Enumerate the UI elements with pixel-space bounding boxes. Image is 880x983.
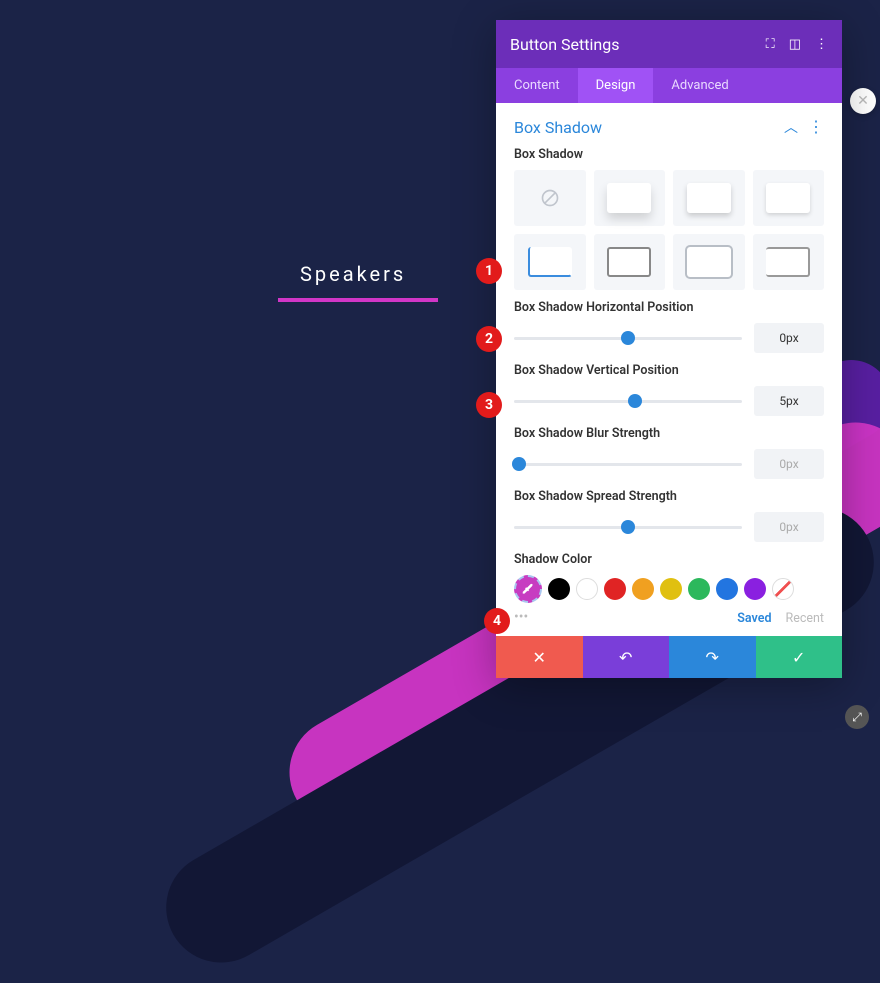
label-horizontal: Box Shadow Horizontal Position — [514, 300, 824, 315]
panel-body: Box Shadow ︿ ⋮ Box Shadow Box Shadow Hor… — [496, 103, 842, 636]
expand-icon[interactable]: ⛶ — [766, 37, 775, 52]
swatch-blue[interactable] — [716, 578, 738, 600]
panel-header: Button Settings ⛶ ◫ ⋮ — [496, 20, 842, 68]
chevron-up-icon[interactable]: ︿ — [784, 117, 798, 137]
preset-3[interactable] — [673, 170, 745, 226]
swatch-green[interactable] — [688, 578, 710, 600]
section-box-shadow[interactable]: Box Shadow — [514, 118, 602, 137]
close-panel-icon[interactable]: ✕ — [850, 88, 876, 114]
slider-blur[interactable] — [514, 454, 742, 474]
cancel-button[interactable]: ✕ — [496, 636, 583, 678]
panel-footer: ✕ ↶ ↷ ✓ — [496, 636, 842, 678]
preset-2[interactable] — [594, 170, 666, 226]
tab-design[interactable]: Design — [578, 68, 654, 103]
columns-icon[interactable]: ◫ — [789, 37, 801, 52]
speakers-underline — [278, 298, 438, 302]
preset-5[interactable] — [514, 234, 586, 290]
label-presets: Box Shadow — [514, 147, 824, 162]
tab-advanced[interactable]: Advanced — [653, 68, 746, 103]
swatch-none[interactable] — [772, 578, 794, 600]
swatch-white[interactable] — [576, 578, 598, 600]
color-tab-recent[interactable]: Recent — [786, 611, 825, 626]
undo-button[interactable]: ↶ — [583, 636, 670, 678]
color-swatch-row — [514, 575, 824, 603]
kebab-icon[interactable]: ⋮ — [815, 37, 828, 52]
label-vertical: Box Shadow Vertical Position — [514, 363, 824, 378]
kebab-icon[interactable]: ⋮ — [808, 119, 824, 135]
value-spread[interactable]: 0px — [754, 512, 824, 542]
preset-4[interactable] — [753, 170, 825, 226]
value-vertical[interactable]: 5px — [754, 386, 824, 416]
swatch-red[interactable] — [604, 578, 626, 600]
shadow-preset-grid — [514, 170, 824, 290]
annotation-marker-4: 4 — [484, 608, 510, 634]
panel-title: Button Settings — [510, 35, 619, 54]
tab-content[interactable]: Content — [496, 68, 578, 103]
resize-handle-icon[interactable]: ⤢ — [845, 705, 869, 729]
redo-button[interactable]: ↷ — [669, 636, 756, 678]
swatch-black[interactable] — [548, 578, 570, 600]
annotation-marker-1: 1 — [476, 258, 502, 284]
value-horizontal[interactable]: 0px — [754, 323, 824, 353]
panel-tabs: Content Design Advanced — [496, 68, 842, 103]
value-blur[interactable]: 0px — [754, 449, 824, 479]
label-spread: Box Shadow Spread Strength — [514, 489, 824, 504]
preset-6[interactable] — [594, 234, 666, 290]
speakers-button[interactable]: Speakers — [300, 262, 406, 286]
settings-panel: Button Settings ⛶ ◫ ⋮ Content Design Adv… — [496, 20, 842, 678]
swatch-purple[interactable] — [744, 578, 766, 600]
slider-spread[interactable] — [514, 517, 742, 537]
annotation-marker-2: 2 — [476, 326, 502, 352]
label-shadow-color: Shadow Color — [514, 552, 824, 567]
annotation-marker-3: 3 — [476, 392, 502, 418]
preset-7[interactable] — [673, 234, 745, 290]
save-button[interactable]: ✓ — [756, 636, 843, 678]
slider-horizontal[interactable] — [514, 328, 742, 348]
preset-none[interactable] — [514, 170, 586, 226]
preset-8[interactable] — [753, 234, 825, 290]
label-blur: Box Shadow Blur Strength — [514, 426, 824, 441]
eyedropper-button[interactable] — [514, 575, 542, 603]
slider-vertical[interactable] — [514, 391, 742, 411]
swatch-yellow[interactable] — [660, 578, 682, 600]
color-tab-saved[interactable]: Saved — [737, 611, 771, 626]
swatch-orange[interactable] — [632, 578, 654, 600]
